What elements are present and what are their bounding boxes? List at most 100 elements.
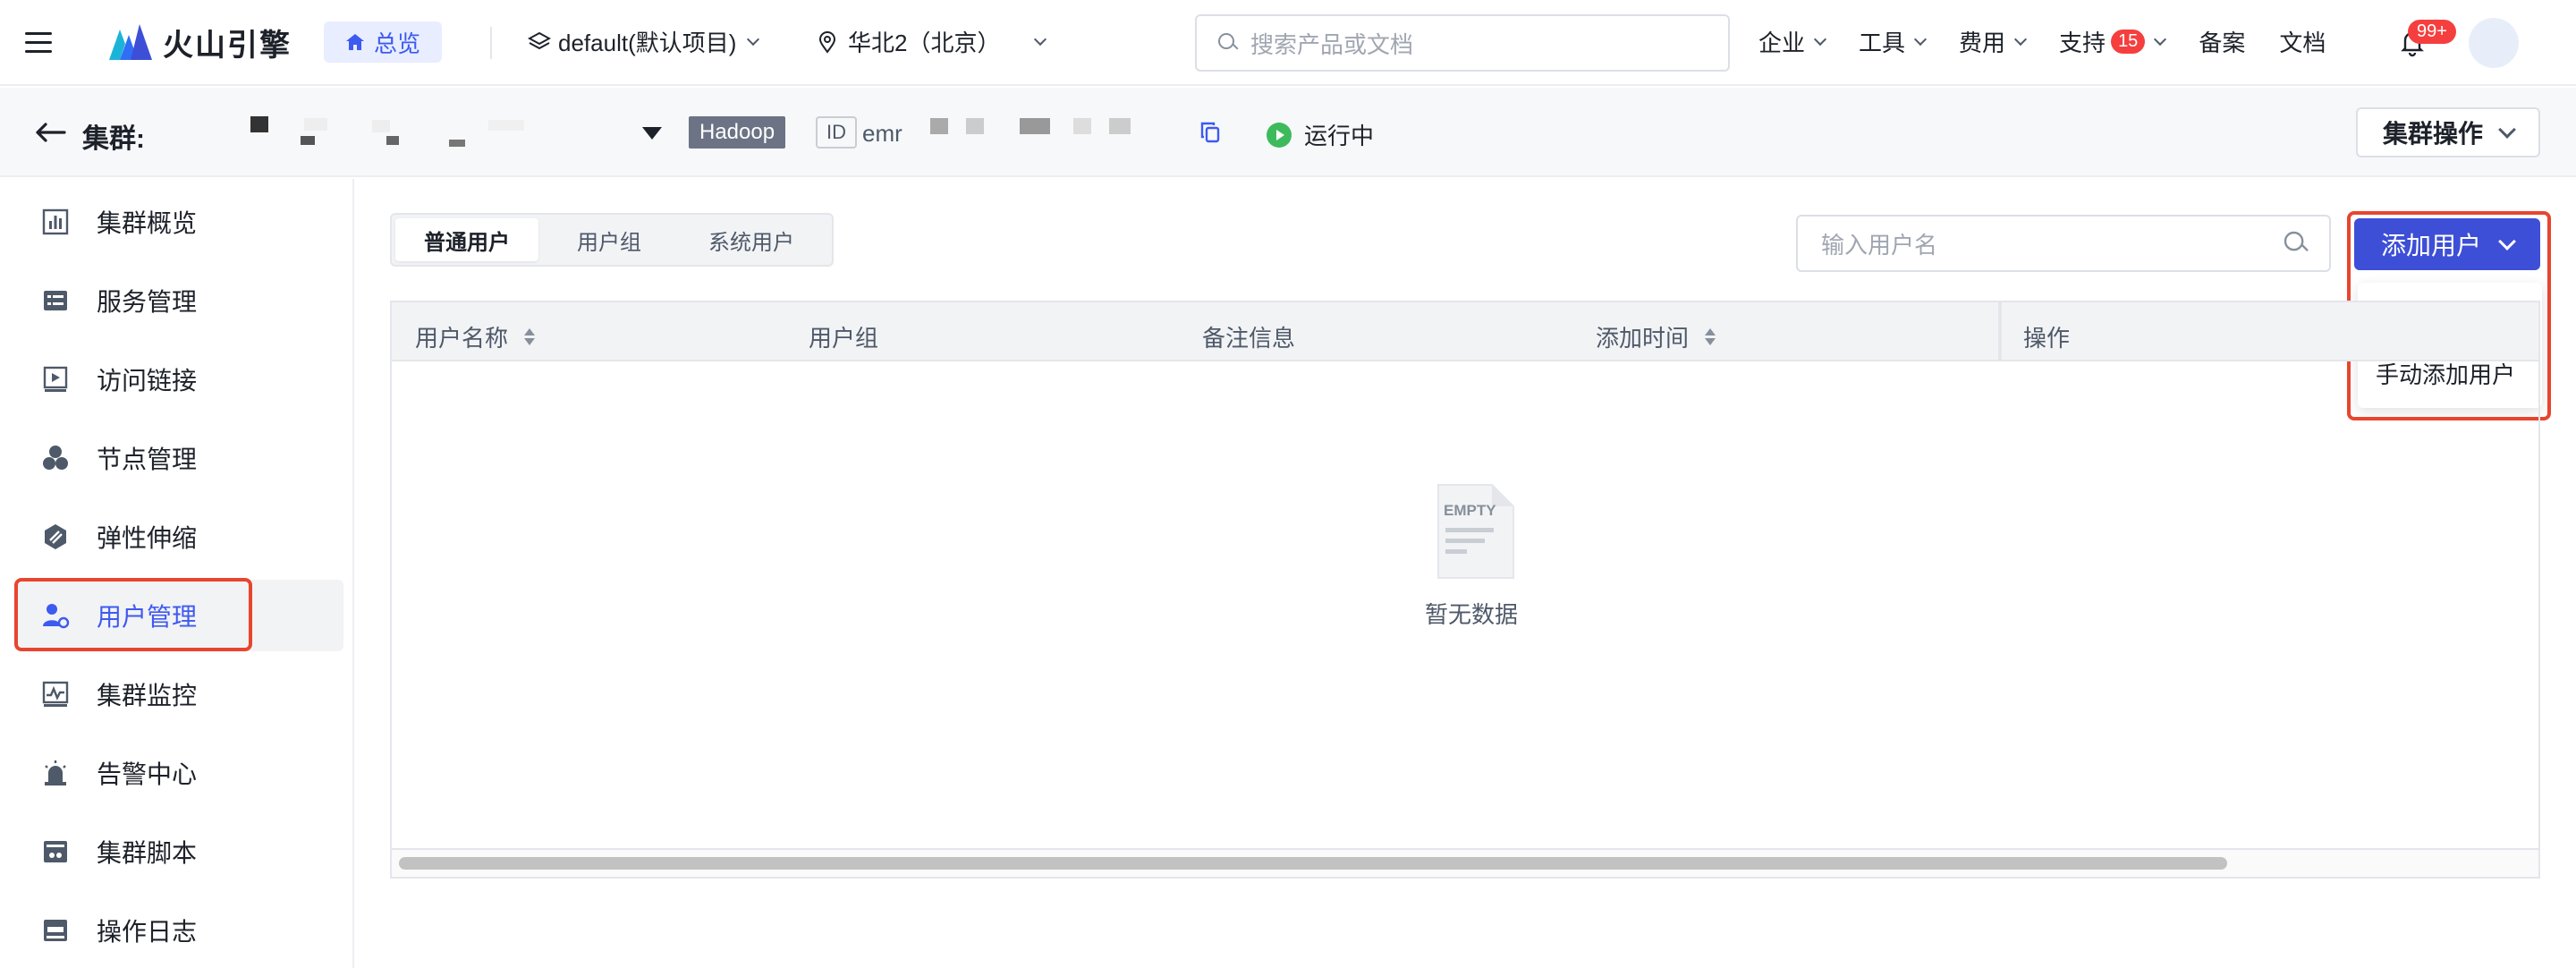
empty-document-icon: EMPTY <box>1436 484 1514 579</box>
status-label: 运行中 <box>1304 123 1375 149</box>
cluster-header: 集群: Hadoop ID emr 运行中 集群操作 <box>0 88 2576 177</box>
sort-icon[interactable] <box>524 328 536 345</box>
sidebar-item-label: 服务管理 <box>97 288 198 316</box>
sidebar-item-label: 集群概览 <box>97 209 198 237</box>
tab-system-users[interactable]: 系统用户 <box>680 218 823 261</box>
chevron-down-icon <box>2498 233 2516 250</box>
region-label: 华北2（北京） <box>848 30 1001 56</box>
back-arrow-icon[interactable] <box>34 122 66 143</box>
cluster-id-tag: ID <box>816 116 857 149</box>
fixed-column-divider <box>1998 302 2002 361</box>
hamburger-menu-icon[interactable] <box>23 27 55 59</box>
sidebar-item-scripts[interactable]: 集群脚本 <box>14 816 343 887</box>
empty-state-text: 暂无数据 <box>1424 601 1518 628</box>
nav-docs[interactable]: 文档 <box>2279 25 2326 58</box>
sort-icon[interactable] <box>1705 328 1716 345</box>
scrollbar-thumb[interactable] <box>399 857 2227 870</box>
chevron-down-icon <box>2154 32 2167 46</box>
empty-state: EMPTY 暂无数据 <box>1422 481 1521 630</box>
cluster-id-redacted <box>921 115 1190 150</box>
avatar[interactable] <box>2469 18 2519 68</box>
search-icon[interactable] <box>2284 231 2308 255</box>
support-count-badge: 15 <box>2111 30 2146 54</box>
column-label: 操作 <box>2023 325 2071 352</box>
search-icon <box>1218 33 1238 53</box>
bar-chart-icon <box>42 208 69 235</box>
global-search-input[interactable]: 搜索产品或文档 <box>1195 14 1730 72</box>
sidebar-item-overview[interactable]: 集群概览 <box>14 186 343 258</box>
nav-tools[interactable]: 工具 <box>1859 25 1928 58</box>
location-pin-icon <box>818 30 836 54</box>
nav-billing-label: 费用 <box>1959 30 2006 56</box>
sidebar: 集群概览 服务管理 访问链接 节点管理 弹性伸缩 用户管理 集群监控 告警中心 … <box>0 179 354 968</box>
notification-badge: 99+ <box>2408 20 2456 44</box>
tab-normal-users[interactable]: 普通用户 <box>395 218 538 261</box>
cluster-label: 集群: <box>82 124 145 154</box>
sidebar-item-alerts[interactable]: 告警中心 <box>14 737 343 809</box>
sidebar-item-label: 操作日志 <box>97 918 198 946</box>
sidebar-item-label: 访问链接 <box>97 367 198 395</box>
sidebar-item-logs[interactable]: 操作日志 <box>14 895 343 966</box>
script-icon <box>44 841 67 862</box>
overview-label: 总览 <box>374 30 421 57</box>
log-icon <box>44 920 67 941</box>
users-table: 用户名称 用户组 备注信息 添加时间 操作 EMPTY 暂无数据 <box>390 301 2540 879</box>
user-type-tabs: 普通用户 用户组 系统用户 <box>390 213 834 267</box>
running-status-icon <box>1267 122 1292 148</box>
nav-support[interactable]: 支持 15 <box>2059 25 2167 58</box>
volcano-logo-icon <box>109 24 152 60</box>
elastic-scale-icon <box>45 524 66 549</box>
nav-enterprise-label: 企业 <box>1758 30 1806 56</box>
sidebar-item-user-management[interactable]: 用户管理 <box>14 580 343 651</box>
cluster-operations-button[interactable]: 集群操作 <box>2356 107 2540 157</box>
top-navigation-bar: 火山引擎 总览 default(默认项目) 华北2（北京） 搜索产品或文档 企业 <box>0 0 2576 86</box>
sidebar-item-nodes[interactable]: 节点管理 <box>14 422 343 494</box>
region-selector[interactable]: 华北2（北京） <box>818 25 1047 58</box>
overview-button[interactable]: 总览 <box>324 21 443 63</box>
column-header-remark: 备注信息 <box>1202 320 1295 353</box>
server-list-icon <box>44 291 67 310</box>
play-box-icon <box>43 366 68 392</box>
brand-name: 火山引擎 <box>163 28 292 63</box>
cluster-id-value: emr <box>862 120 902 147</box>
cluster-operations-label: 集群操作 <box>2382 120 2483 148</box>
search-placeholder: 搜索产品或文档 <box>1250 30 1414 58</box>
nav-tools-label: 工具 <box>1859 30 1906 56</box>
nav-billing[interactable]: 费用 <box>1959 25 2028 58</box>
column-header-username[interactable]: 用户名称 <box>415 320 536 353</box>
nodes-cluster-icon <box>43 446 68 470</box>
sidebar-item-label: 弹性伸缩 <box>97 524 198 552</box>
copy-icon[interactable] <box>1200 122 1220 143</box>
sidebar-item-label: 用户管理 <box>97 603 198 631</box>
add-user-button[interactable]: 添加用户 <box>2354 218 2540 270</box>
cluster-switch-caret-icon[interactable] <box>642 127 662 140</box>
chevron-down-icon <box>2013 32 2028 46</box>
user-gear-icon <box>43 604 70 629</box>
project-label: default(默认项目) <box>558 30 737 56</box>
sidebar-item-services[interactable]: 服务管理 <box>14 265 343 336</box>
chevron-down-icon <box>1913 32 1928 46</box>
column-label: 用户组 <box>809 325 879 352</box>
top-links: 企业 工具 费用 支持 15 备案 文档 <box>1758 25 2360 58</box>
alarm-bell-icon <box>45 760 66 785</box>
column-header-actions: 操作 <box>2023 320 2070 353</box>
sidebar-item-autoscaling[interactable]: 弹性伸缩 <box>14 501 343 573</box>
sidebar-item-label: 集群脚本 <box>97 839 198 867</box>
horizontal-scrollbar[interactable] <box>392 848 2538 877</box>
cluster-name-redacted <box>175 115 623 150</box>
project-selector[interactable]: default(默认项目) <box>528 25 760 58</box>
table-header: 用户名称 用户组 备注信息 添加时间 操作 <box>392 302 2538 361</box>
column-header-added-time[interactable]: 添加时间 <box>1596 320 1716 353</box>
column-label: 添加时间 <box>1596 325 1690 352</box>
sidebar-item-label: 集群监控 <box>97 682 198 709</box>
username-search-input[interactable]: 输入用户名 <box>1796 215 2331 272</box>
sidebar-item-monitoring[interactable]: 集群监控 <box>14 658 343 730</box>
nav-enterprise[interactable]: 企业 <box>1758 25 1827 58</box>
nav-filing[interactable]: 备案 <box>2199 25 2245 58</box>
sidebar-item-access-links[interactable]: 访问链接 <box>14 344 343 415</box>
brand-logo[interactable]: 火山引擎 <box>107 20 292 64</box>
nav-filing-label: 备案 <box>2199 30 2246 56</box>
add-user-label: 添加用户 <box>2380 232 2481 259</box>
tab-user-groups[interactable]: 用户组 <box>538 218 680 261</box>
nav-support-label: 支持 <box>2059 30 2106 56</box>
